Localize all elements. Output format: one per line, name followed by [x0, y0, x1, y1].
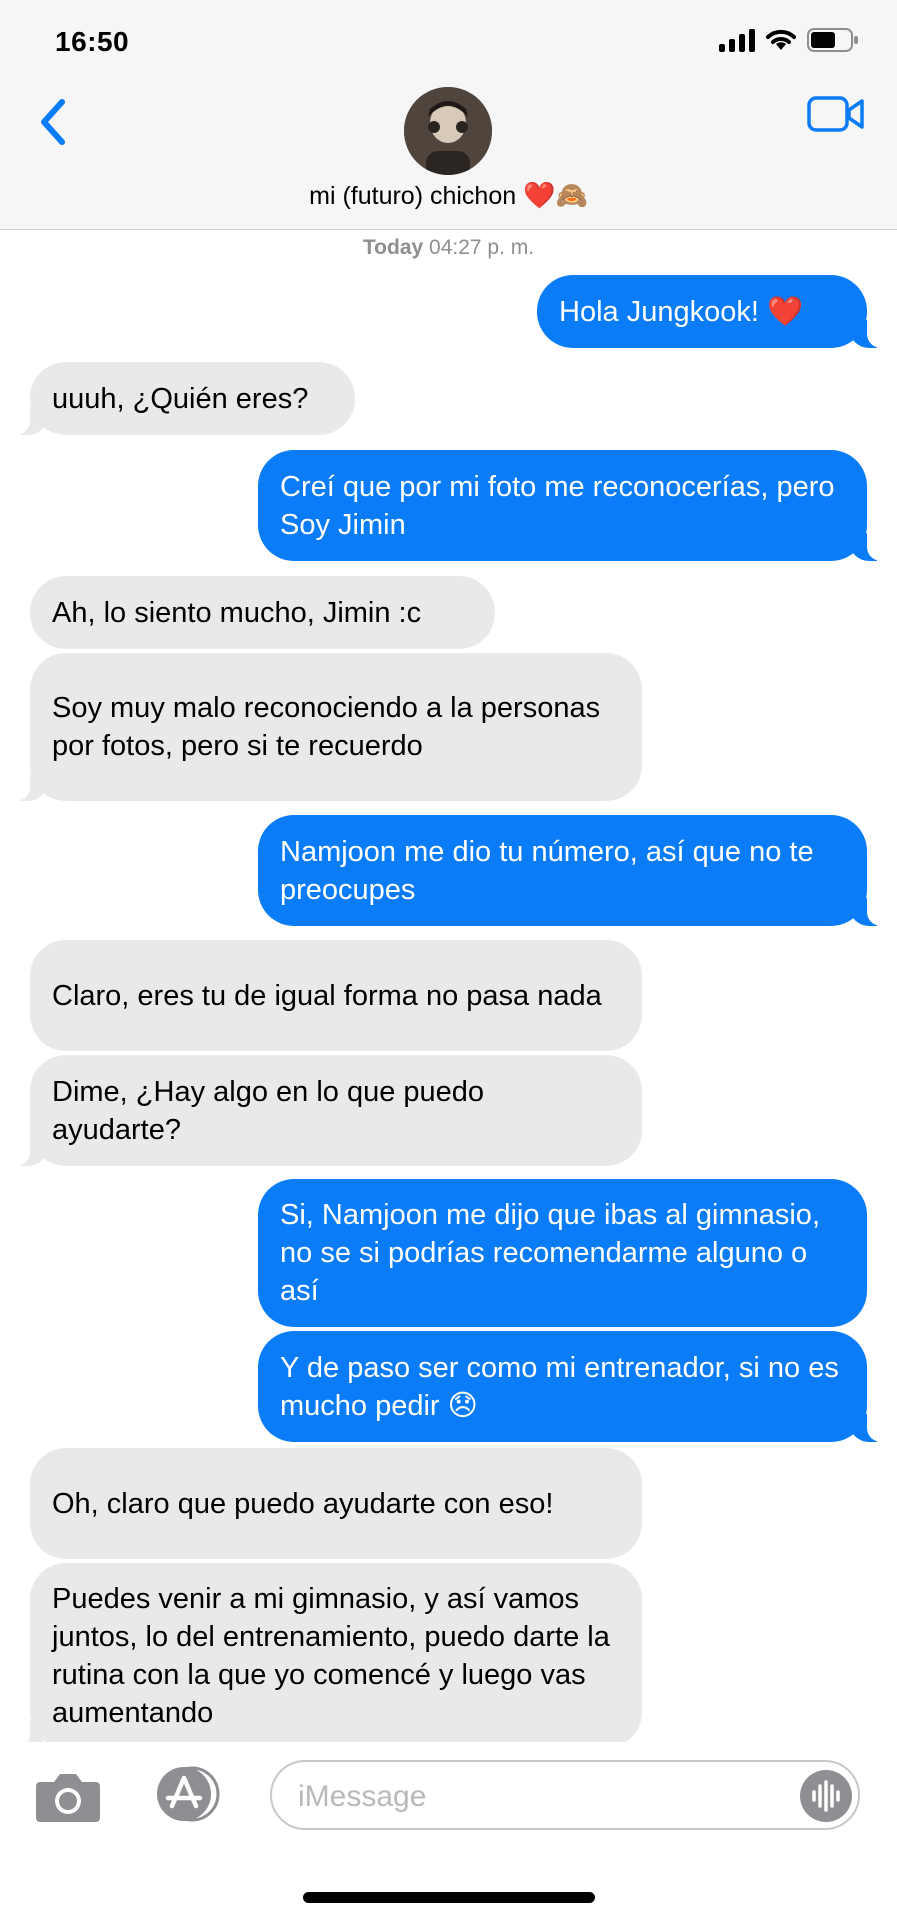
- message-text: Puedes venir a mi gimnasio, y así vamos …: [52, 1582, 610, 1729]
- contact-name[interactable]: mi (futuro) chichon ❤️🙈: [0, 180, 897, 211]
- message-text: Soy muy malo reconociendo a la personas …: [52, 692, 601, 762]
- message-bubble-outgoing[interactable]: Hola Jungkook! ❤️: [537, 275, 893, 348]
- message-bubble-outgoing[interactable]: Creí que por mi foto me reconocerías, pe…: [258, 450, 893, 561]
- message-text: Si, Namjoon me dijo que ibas al gimnasio…: [280, 1199, 820, 1307]
- timestamp-day: Today: [362, 236, 424, 259]
- message-text: Oh, claro que puedo ayudarte con eso!: [52, 1487, 554, 1520]
- message-bubble-incoming[interactable]: Oh, claro que puedo ayudarte con eso!: [30, 1448, 642, 1559]
- video-camera-icon[interactable]: [807, 94, 865, 134]
- avatar-image: [404, 87, 492, 175]
- message-text: Dime, ¿Hay algo en lo que puedo ayudarte…: [52, 1075, 485, 1146]
- timestamp-time: 04:27 p. m.: [429, 236, 535, 259]
- battery-icon: [807, 28, 858, 52]
- audio-waveform-icon[interactable]: [800, 1770, 852, 1822]
- message-text: uuuh, ¿Quién eres?: [52, 382, 309, 415]
- message-bubble-outgoing[interactable]: Si, Namjoon me dijo que ibas al gimnasio…: [258, 1179, 867, 1327]
- cellular-signal-icon: [719, 28, 755, 52]
- camera-icon[interactable]: [34, 1768, 102, 1824]
- message-text: Hola Jungkook! ❤️: [559, 295, 804, 328]
- wifi-icon: [766, 29, 796, 50]
- app-store-icon[interactable]: [148, 1766, 228, 1822]
- message-text: Ah, lo siento mucho, Jimin :c: [52, 596, 422, 629]
- contact-avatar[interactable]: [404, 87, 492, 175]
- message-text: Claro, eres tu de igual forma no pasa na…: [52, 979, 602, 1012]
- message-bubble-incoming[interactable]: Soy muy malo reconociendo a la personas …: [4, 653, 642, 801]
- message-text: Y de paso ser como mi entrenador, si no …: [280, 1351, 839, 1422]
- contact-name-emoji: ❤️🙈: [523, 180, 588, 210]
- conversation-timestamp: Today 04:27 p. m.: [0, 236, 897, 260]
- chevron-left-icon[interactable]: [34, 96, 74, 148]
- message-bubble-outgoing[interactable]: Namjoon me dio tu número, así que no te …: [258, 815, 893, 926]
- navigation-header: 16:50 mi (futuro) chichon ❤️🙈: [0, 0, 897, 230]
- message-bubble-incoming[interactable]: Puedes venir a mi gimnasio, y así vamos …: [4, 1563, 642, 1748]
- message-bubble-incoming[interactable]: uuuh, ¿Quién eres?: [4, 362, 355, 435]
- contact-name-text: mi (futuro) chichon: [309, 182, 517, 210]
- message-bubble-incoming[interactable]: Dime, ¿Hay algo en lo que puedo ayudarte…: [4, 1055, 642, 1166]
- message-text: Creí que por mi foto me reconocerías, pe…: [280, 470, 835, 541]
- status-time: 16:50: [55, 26, 130, 57]
- message-bubble-incoming[interactable]: Ah, lo siento mucho, Jimin :c: [30, 576, 495, 649]
- status-icons: [719, 28, 859, 52]
- message-text: Namjoon me dio tu número, así que no te …: [280, 835, 814, 906]
- home-indicator[interactable]: [303, 1892, 595, 1903]
- imessage-input-field[interactable]: [270, 1760, 860, 1830]
- message-bubble-outgoing[interactable]: Y de paso ser como mi entrenador, si no …: [258, 1331, 893, 1442]
- message-bubble-incoming[interactable]: Claro, eres tu de igual forma no pasa na…: [30, 940, 642, 1051]
- message-input[interactable]: [296, 1774, 760, 1820]
